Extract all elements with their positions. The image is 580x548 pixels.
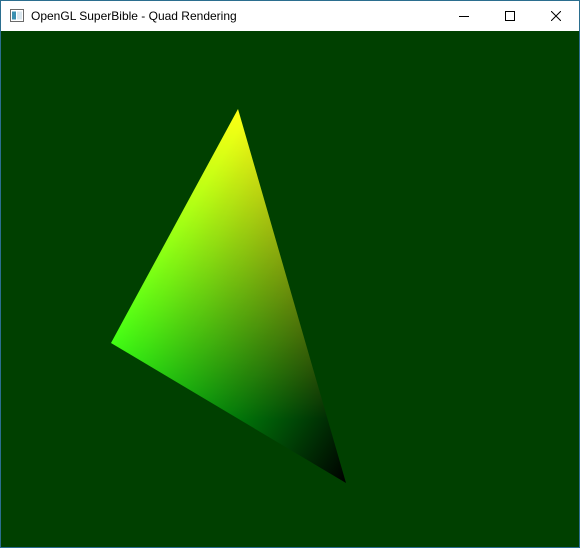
minimize-icon [459, 11, 469, 21]
maximize-button[interactable] [487, 1, 533, 31]
close-button[interactable] [533, 1, 579, 31]
app-window: OpenGL SuperBible - Quad Rendering [0, 0, 580, 548]
render-surface [111, 109, 346, 483]
opengl-render-canvas[interactable] [1, 31, 579, 547]
title-bar[interactable]: OpenGL SuperBible - Quad Rendering [1, 1, 579, 31]
maximize-icon [505, 11, 515, 21]
app-window-icon [10, 9, 24, 22]
minimize-button[interactable] [441, 1, 487, 31]
triangle-red-blend [111, 109, 346, 483]
close-icon [551, 11, 561, 21]
window-title: OpenGL SuperBible - Quad Rendering [31, 9, 237, 23]
